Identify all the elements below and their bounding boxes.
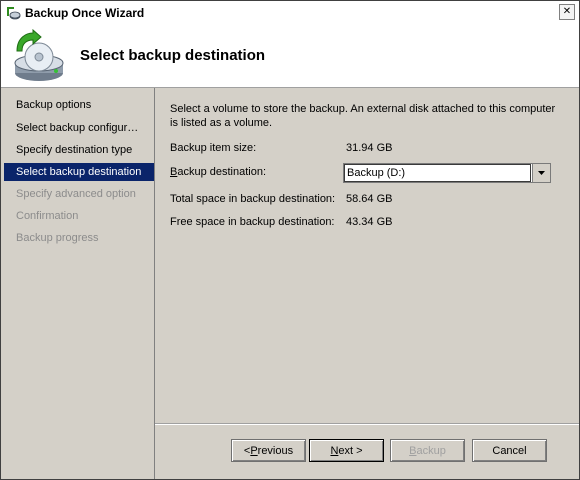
destination-label-text: ackup destination:: [177, 166, 267, 178]
cancel-button[interactable]: Cancel: [472, 439, 547, 462]
wizard-content: Select a volume to store the backup. An …: [155, 88, 579, 479]
backup-accesskey: B: [409, 444, 417, 457]
wizard-header: Select backup destination: [1, 25, 579, 88]
next-label: ext >: [338, 444, 363, 457]
item-size-label: Backup item size:: [170, 142, 257, 154]
page-title: Select backup destination: [80, 47, 266, 64]
nav-step-advanced-option: Specify advanced option: [16, 188, 136, 200]
nav-step-destination-type[interactable]: Specify destination type: [4, 141, 154, 159]
backup-label: ackup: [416, 444, 446, 457]
previous-button[interactable]: < Previous: [231, 439, 306, 462]
chevron-down-icon: [538, 171, 545, 175]
total-space-label: Total space in backup destination:: [170, 193, 336, 205]
free-space-value: 43.34 GB: [346, 216, 393, 228]
footer-divider: [155, 423, 579, 425]
destination-label: Backup destination:: [170, 166, 266, 178]
nav-step-backup-progress: Backup progress: [16, 232, 99, 244]
dropdown-arrow-button[interactable]: [532, 164, 550, 182]
window-title: Backup Once Wizard: [25, 6, 145, 20]
title-bar[interactable]: Backup Once Wizard ✕: [1, 1, 579, 25]
previous-accesskey: P: [250, 444, 258, 457]
item-size-value: 31.94 GB: [346, 142, 393, 154]
nav-step-backup-configuration[interactable]: Select backup configur…: [4, 119, 154, 137]
wizard-steps-nav: Backup options Select backup configur… S…: [1, 88, 155, 479]
nav-step-backup-options[interactable]: Backup options: [4, 96, 154, 114]
next-accesskey: N: [330, 444, 339, 457]
nav-step-backup-destination[interactable]: Select backup destination: [4, 163, 154, 181]
nav-step-confirmation: Confirmation: [16, 210, 79, 222]
destination-dropdown[interactable]: Backup (D:): [343, 163, 551, 183]
backup-disk-icon: [14, 29, 64, 81]
free-space-label: Free space in backup destination:: [170, 216, 335, 228]
backup-button: Backup: [390, 439, 465, 462]
total-space-value: 58.64 GB: [346, 193, 393, 205]
intro-text: Select a volume to store the backup. An …: [170, 103, 556, 129]
close-icon: ✕: [562, 6, 572, 17]
wizard-window: Backup Once Wizard ✕ Select backup desti…: [0, 0, 580, 480]
backup-app-icon: [7, 7, 21, 20]
previous-label: revious: [257, 444, 294, 457]
close-button[interactable]: ✕: [559, 4, 575, 20]
destination-selected-value[interactable]: Backup (D:): [344, 164, 531, 182]
next-button[interactable]: Next >: [309, 439, 384, 462]
